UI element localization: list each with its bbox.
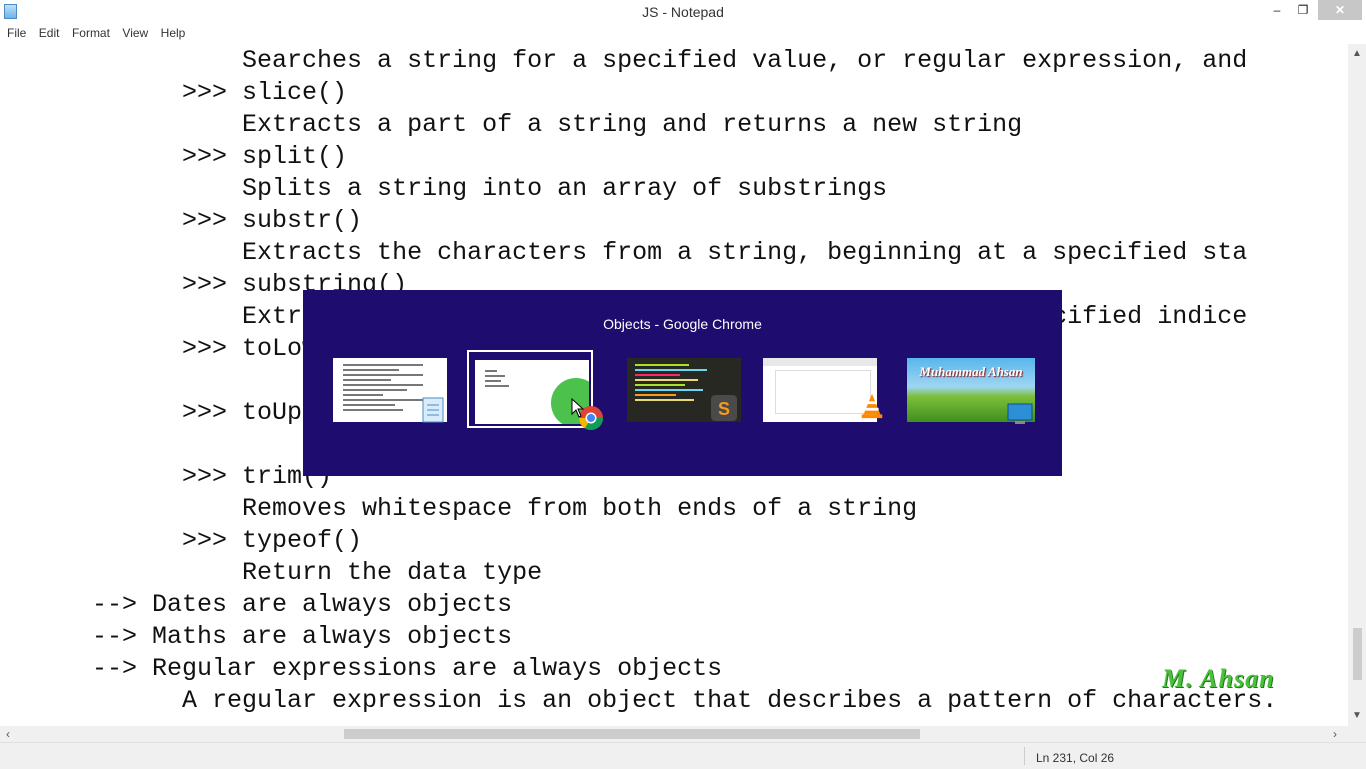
editor-line: >>> slice() [2, 78, 348, 107]
scrollbar-corner [1348, 726, 1366, 742]
preview-text-lines [343, 364, 423, 414]
task-thumbnail-vlc[interactable] [757, 350, 883, 428]
mouse-pointer-icon [571, 398, 585, 418]
menu-file[interactable]: File [7, 25, 26, 40]
menu-help[interactable]: Help [161, 25, 186, 40]
editor-line: Extracts the characters from a string, b… [2, 238, 1248, 267]
editor-line: --> Maths are always objects [2, 622, 513, 651]
preview-text-lines [485, 370, 525, 390]
editor-line: Removes whitespace from both ends of a s… [2, 494, 918, 523]
editor-line: --> Regular expressions are always objec… [2, 654, 723, 683]
editor-line: >>> typeof() [2, 526, 363, 555]
minimize-button[interactable]: – [1266, 0, 1288, 20]
vertical-scroll-thumb[interactable] [1353, 628, 1362, 680]
menu-bar: File Edit Format View Help [0, 24, 1366, 45]
svg-text:S: S [718, 399, 730, 419]
close-button[interactable]: ✕ [1318, 0, 1362, 20]
editor-line: >>> trim() [2, 462, 333, 491]
scroll-right-icon[interactable]: › [1333, 727, 1337, 741]
desktop-icon [1007, 403, 1033, 424]
editor-line: >>> split() [2, 142, 348, 171]
sublime-icon: S [711, 395, 737, 421]
editor-line: Searches a string for a specified value,… [2, 46, 1248, 75]
horizontal-scroll-thumb[interactable] [344, 729, 920, 739]
editor-line: >>> substr() [2, 206, 363, 235]
window-title: JS - Notepad [642, 4, 724, 20]
editor-line: --> Dates are always objects [2, 590, 513, 619]
cursor-position: Ln 231, Col 26 [1036, 751, 1115, 765]
editor-line: Extracts a part of a string and returns … [2, 110, 1023, 139]
menu-edit[interactable]: Edit [39, 25, 60, 40]
scroll-up-icon[interactable]: ▲ [1352, 48, 1362, 59]
restore-button[interactable]: ❐ [1292, 0, 1314, 20]
task-switcher: Objects - Google Chrome S Muhammad Ahsan [303, 290, 1062, 476]
scroll-left-icon[interactable]: ‹ [6, 727, 10, 741]
vertical-scrollbar[interactable]: ▲ ▼ [1348, 44, 1366, 726]
desktop-caption: Muhammad Ahsan [919, 364, 1023, 379]
title-bar: JS - Notepad – ❐ ✕ [0, 0, 1366, 24]
status-bar: Ln 231, Col 26 [0, 742, 1366, 769]
status-divider [1024, 747, 1025, 765]
task-switcher-title: Objects - Google Chrome [603, 316, 762, 332]
task-thumbnail-chrome[interactable] [467, 350, 603, 431]
task-thumbnail-desktop[interactable]: Muhammad Ahsan [901, 350, 1035, 428]
menu-view[interactable]: View [122, 25, 148, 40]
menu-format[interactable]: Format [72, 25, 110, 40]
task-thumbnail-notepad[interactable] [327, 350, 453, 428]
editor-line: Return the data type [2, 558, 543, 587]
vlc-icon [861, 393, 883, 419]
horizontal-scrollbar[interactable]: ‹ › [0, 726, 1348, 742]
watermark: M. Ahsan [1162, 664, 1275, 693]
editor-line: A regular expression is an object that d… [2, 686, 1278, 715]
preview-toolbar [763, 358, 877, 366]
notepad-icon [422, 397, 444, 423]
scroll-down-icon[interactable]: ▼ [1352, 710, 1362, 721]
task-thumbnail-sublime[interactable]: S [621, 350, 747, 428]
editor-line: Splits a string into an array of substri… [2, 174, 888, 203]
